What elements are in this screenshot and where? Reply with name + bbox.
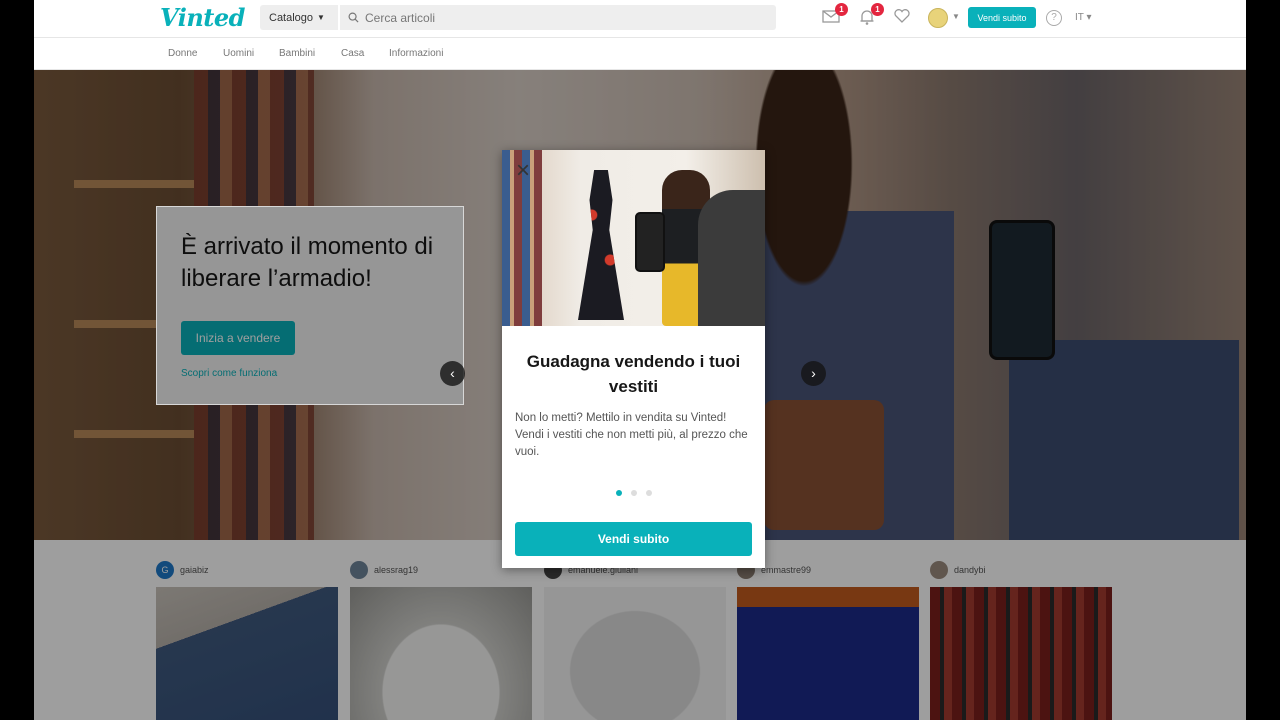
favorites-button[interactable] — [893, 8, 913, 28]
phone-image — [635, 212, 665, 272]
app-window: Vinted Catalogo ▼ 1 1 ▼ Vendi subito ? I… — [34, 0, 1246, 720]
top-header: Vinted Catalogo ▼ 1 1 ▼ Vendi subito ? I… — [34, 0, 1246, 38]
onboarding-modal: × Guadagna vendendo i tuoi vestiti Non l… — [502, 150, 765, 568]
notifications-badge: 1 — [871, 3, 884, 16]
messages-badge: 1 — [835, 3, 848, 16]
chevron-right-icon: › — [811, 365, 816, 381]
search-icon — [348, 12, 359, 23]
close-icon[interactable]: × — [516, 159, 530, 183]
carousel-prev-button[interactable]: ‹ — [440, 361, 465, 386]
help-icon[interactable]: ? — [1046, 10, 1062, 26]
vinted-logo[interactable]: Vinted — [160, 3, 245, 32]
sell-now-modal-button[interactable]: Vendi subito — [515, 522, 752, 556]
nav-item-bambini[interactable]: Bambini — [279, 48, 315, 59]
modal-illustration: × — [502, 150, 765, 326]
nav-item-uomini[interactable]: Uomini — [223, 48, 254, 59]
modal-title: Guadagna vendendo i tuoi vestiti — [526, 352, 741, 396]
modal-description: Non lo metti? Mettilo in vendita su Vint… — [515, 412, 748, 458]
heart-icon — [894, 9, 910, 23]
language-label: IT — [1075, 12, 1084, 23]
notifications-button[interactable]: 1 — [858, 3, 884, 28]
search-bar[interactable] — [340, 5, 776, 30]
catalog-label: Catalogo — [269, 11, 314, 24]
chevron-down-icon[interactable]: ▼ — [952, 12, 960, 21]
slide-dot-3[interactable] — [645, 490, 652, 496]
dress-image — [578, 170, 624, 320]
nav-item-informazioni[interactable]: Informazioni — [389, 48, 443, 59]
chevron-left-icon: ‹ — [450, 365, 455, 381]
catalog-dropdown[interactable]: Catalogo ▼ — [260, 5, 338, 30]
slide-dot-1[interactable] — [615, 490, 622, 496]
slide-indicator — [502, 490, 765, 496]
carousel-next-button[interactable]: › — [801, 361, 826, 386]
hero-card: È arrivato il momento di liberare l’arma… — [156, 206, 464, 405]
photographer-image — [698, 190, 765, 326]
user-avatar[interactable] — [928, 8, 948, 28]
sell-now-header-button[interactable]: Vendi subito — [968, 7, 1036, 28]
search-input[interactable] — [365, 10, 765, 25]
nav-item-casa[interactable]: Casa — [341, 48, 364, 59]
category-nav: Donne Uomini Bambini Casa Informazioni — [34, 38, 1246, 70]
slide-dot-2[interactable] — [630, 490, 637, 496]
chevron-down-icon: ▼ — [317, 13, 325, 22]
nav-item-donne[interactable]: Donne — [168, 48, 197, 59]
hero-card-dim — [157, 207, 463, 404]
messages-button[interactable]: 1 — [822, 3, 848, 28]
language-selector[interactable]: IT ▾ — [1075, 12, 1092, 23]
